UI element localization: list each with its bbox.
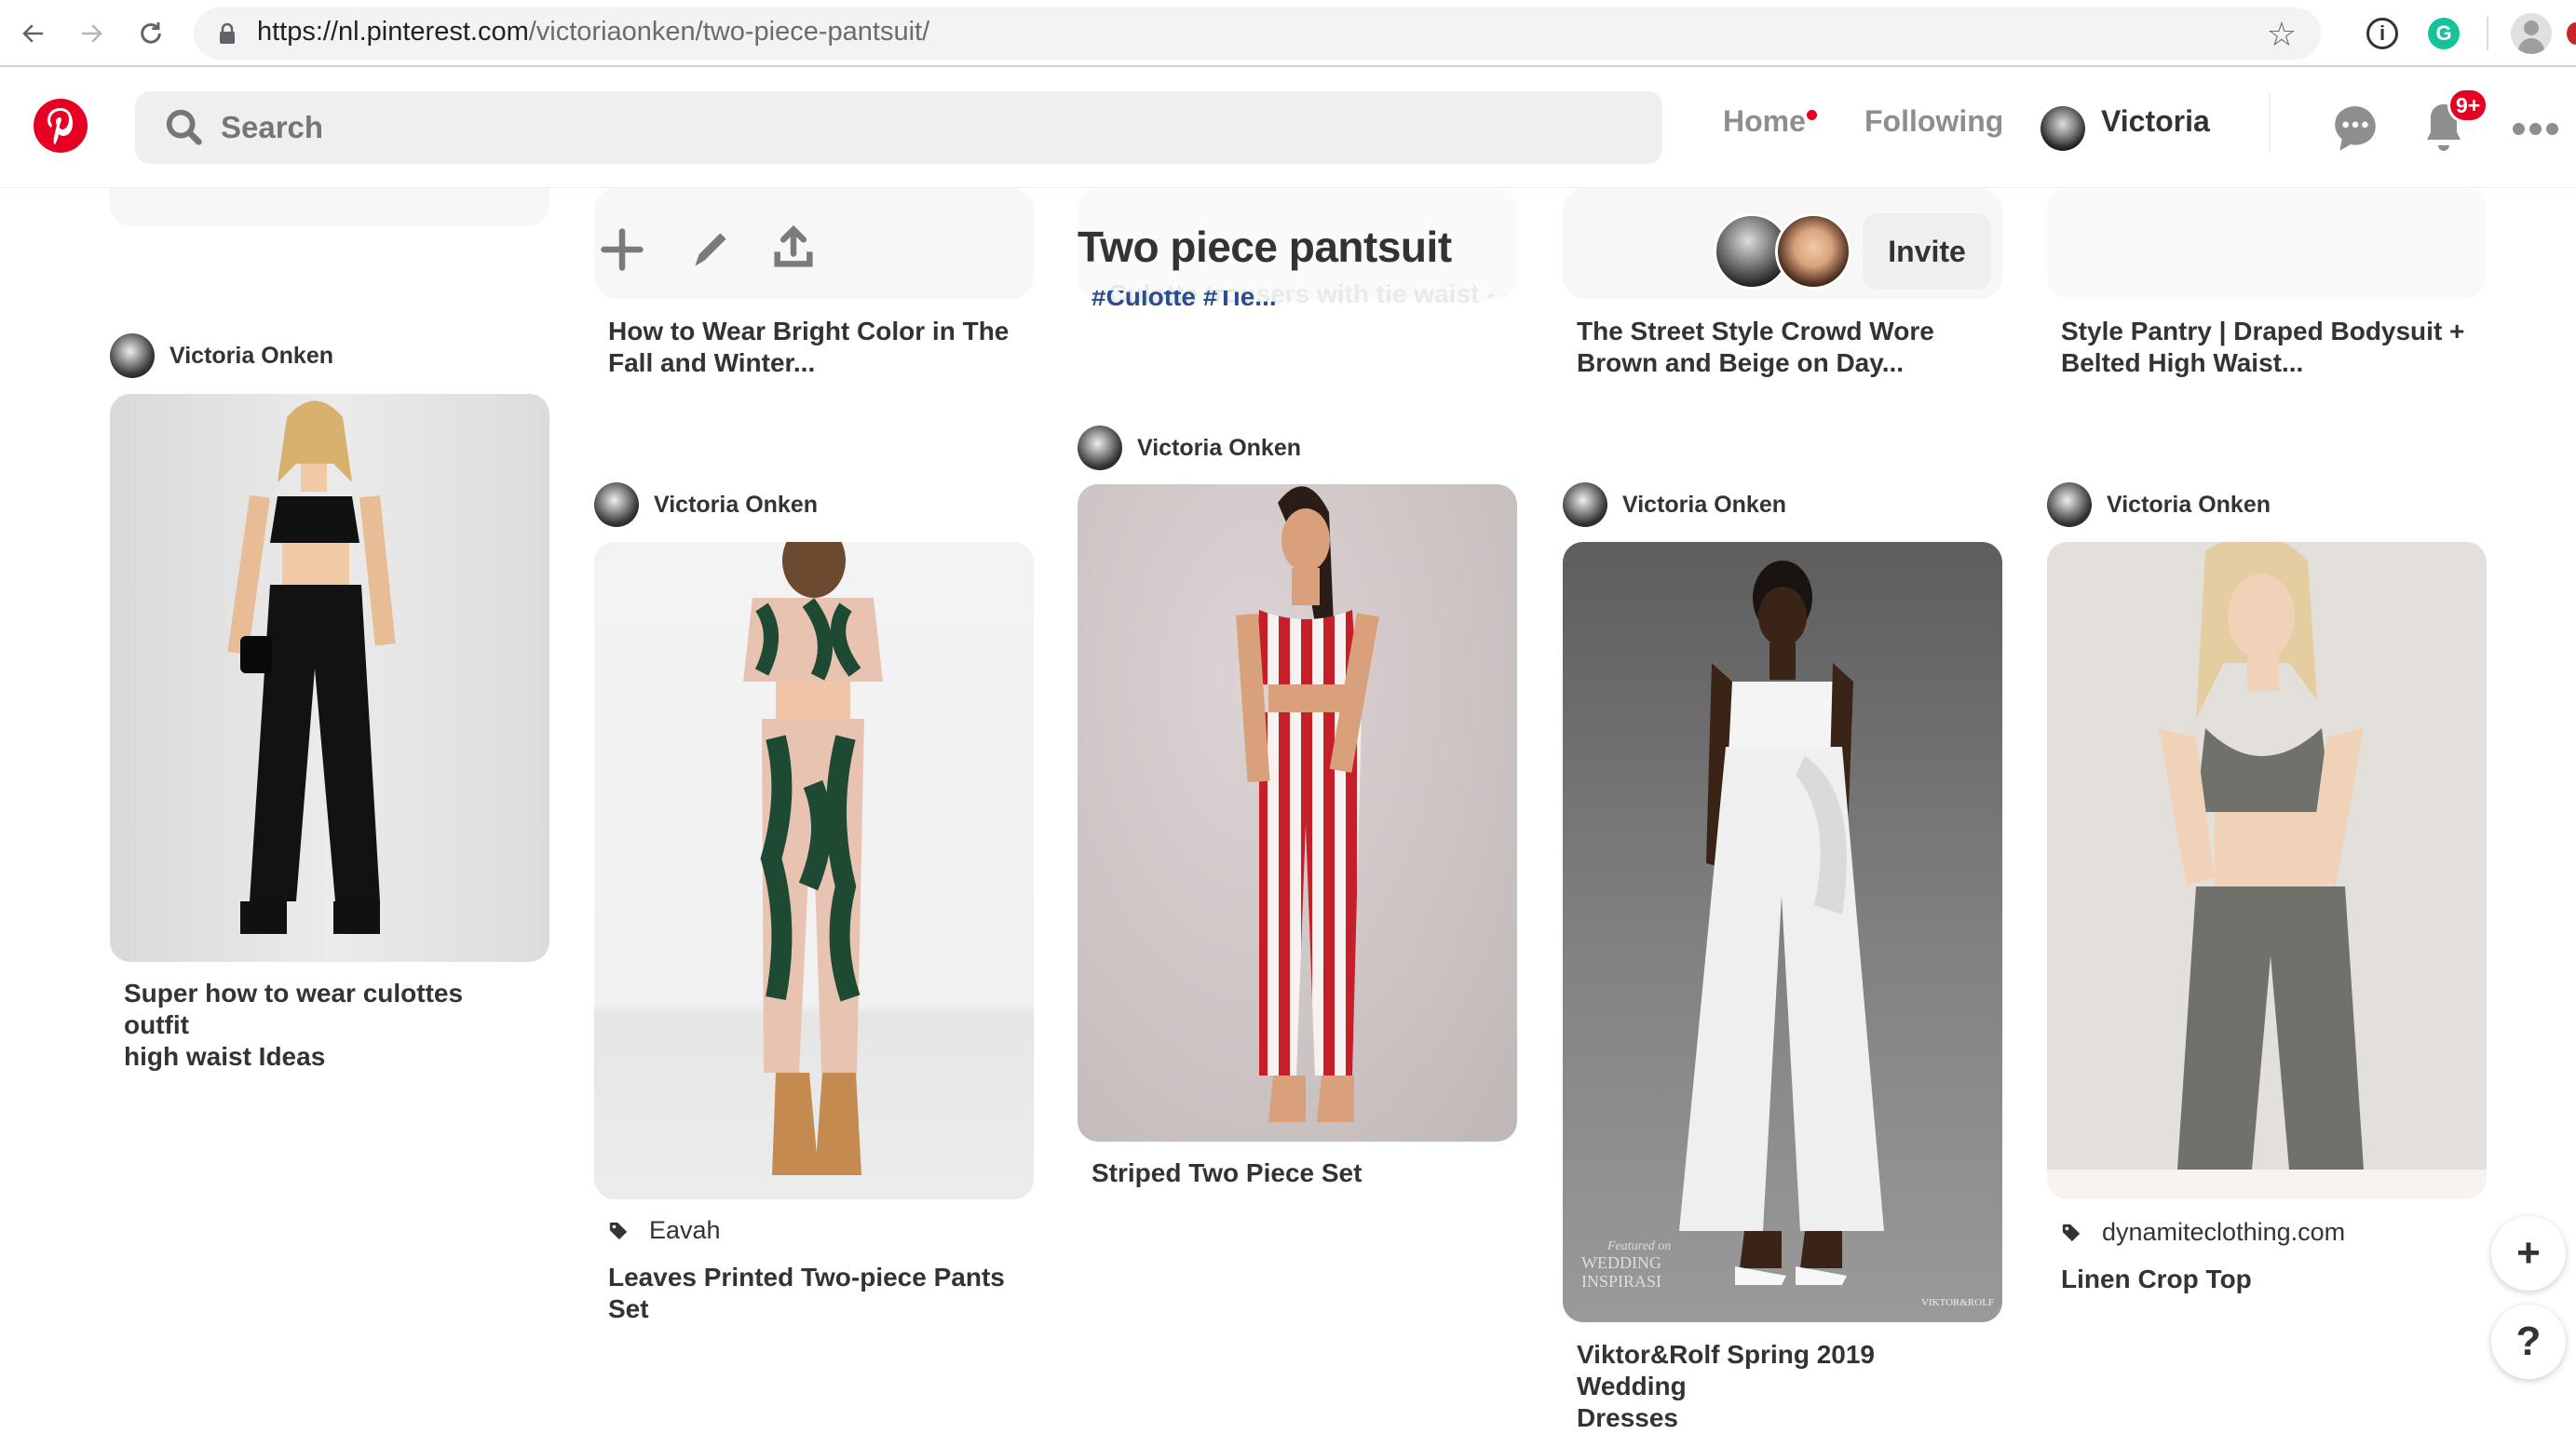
pin-actions-card xyxy=(594,188,1034,299)
pin-title[interactable]: Linen Crop Top xyxy=(2061,1264,2471,1295)
toolbar-divider xyxy=(2487,17,2488,50)
nav-home[interactable]: Home xyxy=(1723,104,1806,139)
pin-title[interactable]: How to Wear Bright Color in The Fall and… xyxy=(608,316,1018,379)
add-pin-icon[interactable] xyxy=(598,225,646,278)
price-tag-icon xyxy=(2062,1224,2081,1241)
pin-title[interactable]: Viktor&Rolf Spring 2019 Wedding Dresses xyxy=(1577,1339,1986,1434)
pinterest-logo-icon[interactable] xyxy=(34,99,88,153)
nav-following[interactable]: Following xyxy=(1864,104,2003,139)
pin-title-line: How to Wear Bright Color in The xyxy=(608,317,1010,345)
pin-title[interactable]: Super how to wear culottes outfit high w… xyxy=(124,978,534,1073)
lock-icon xyxy=(220,22,235,44)
search-icon xyxy=(166,109,202,145)
price-tag-icon xyxy=(609,1222,628,1239)
pin-source[interactable]: dynamiteclothing.com xyxy=(2061,1218,2345,1247)
pin-title-line: Leaves Printed Two-piece Pants xyxy=(608,1263,1005,1292)
pin-source[interactable]: Eavah xyxy=(608,1216,721,1245)
author-avatar xyxy=(594,482,639,527)
bookmark-star-icon[interactable]: ☆ xyxy=(2267,15,2297,54)
source-name: dynamiteclothing.com xyxy=(2102,1218,2346,1246)
pin-image-viktor-rolf[interactable]: Featured on WEDDING INSPIRASI VIKTOR&ROL… xyxy=(1563,542,2002,1322)
share-upload-icon[interactable] xyxy=(769,223,818,277)
search-input[interactable] xyxy=(221,91,1618,164)
collaborator-avatar[interactable] xyxy=(1775,213,1851,290)
model-silhouette xyxy=(227,400,396,934)
pin-image-linen-crop-top[interactable] xyxy=(2047,542,2487,1199)
pin-title[interactable]: Striped Two Piece Set xyxy=(1091,1157,1501,1189)
collaborators-card: Invite xyxy=(1563,188,2002,299)
address-bar[interactable]: https://nl.pinterest.com/victoriaonken/t… xyxy=(194,7,2321,60)
password-manager-icon[interactable]: i xyxy=(2366,18,2398,49)
pinterest-header: Home Following Victoria 9+ xyxy=(0,69,2576,188)
author-name: Victoria Onken xyxy=(654,491,818,518)
notifications-badge: 9+ xyxy=(2447,88,2489,123)
pin-title-line: Super how to wear culottes outfit xyxy=(124,979,464,1039)
pin-title[interactable]: The Street Style Crowd Wore Brown and Be… xyxy=(1577,316,1986,379)
edit-pencil-icon[interactable] xyxy=(687,225,734,277)
pin-author[interactable]: Victoria Onken xyxy=(1078,426,1301,470)
pin-title-line: Dresses xyxy=(1577,1403,1678,1432)
author-avatar xyxy=(1563,482,1607,527)
messages-icon[interactable] xyxy=(2332,102,2379,159)
help-fab-button[interactable]: ? xyxy=(2491,1305,2566,1379)
home-notification-dot xyxy=(1807,110,1817,120)
board-title: Two piece pantsuit xyxy=(1078,223,1452,271)
pin-title-line: Linen Crop Top xyxy=(2061,1265,2252,1293)
pin-title-line: Brown and Beige on Day... xyxy=(1577,348,1905,377)
pin-image-culottes-outfit[interactable] xyxy=(110,394,549,962)
watermark-text: Featured on xyxy=(1607,1239,1671,1253)
pin-author[interactable]: Victoria Onken xyxy=(2047,482,2271,527)
user-avatar[interactable] xyxy=(2040,106,2085,151)
reload-icon[interactable] xyxy=(130,13,171,54)
pin-title[interactable]: Leaves Printed Two-piece Pants Set xyxy=(608,1262,1018,1325)
search-bar[interactable] xyxy=(135,91,1662,164)
faded-pin-hashtags[interactable]: #Culotte #Tie... xyxy=(1091,291,1277,311)
model-silhouette xyxy=(1236,486,1379,1122)
browser-toolbar: https://nl.pinterest.com/victoriaonken/t… xyxy=(0,0,2576,67)
author-avatar xyxy=(110,333,155,378)
grammarly-icon[interactable]: G xyxy=(2428,18,2460,49)
nav-user-profile[interactable]: Victoria xyxy=(2101,104,2210,139)
extension-icon[interactable] xyxy=(2567,22,2576,45)
model-silhouette xyxy=(2047,542,2487,1170)
url-text[interactable]: https://nl.pinterest.com/victoriaonken/t… xyxy=(257,17,929,47)
pin-title-line: Style Pantry | Draped Bodysuit + xyxy=(2061,317,2465,345)
pin-image-leaves-printed-set[interactable] xyxy=(594,542,1034,1199)
watermark-text: VIKTOR&ROLF xyxy=(1921,1297,1994,1308)
pin-author[interactable]: Victoria Onken xyxy=(594,482,818,527)
pin-image-striped-two-piece[interactable] xyxy=(1078,484,1517,1142)
back-arrow-icon[interactable] xyxy=(13,13,54,54)
url-host: https://nl.pinterest.com xyxy=(257,17,529,47)
author-name: Victoria Onken xyxy=(1622,491,1786,518)
model-silhouette xyxy=(743,542,883,1175)
invite-button[interactable]: Invite xyxy=(1863,213,1991,290)
author-avatar xyxy=(1078,426,1122,470)
pin-title-line: The Street Style Crowd Wore xyxy=(1577,317,1934,345)
author-avatar xyxy=(2047,482,2092,527)
author-name: Victoria Onken xyxy=(1137,434,1301,461)
header-divider xyxy=(2269,93,2271,153)
profile-avatar-icon[interactable] xyxy=(2511,13,2552,54)
watermark-text: WEDDING xyxy=(1581,1253,1661,1272)
pin-title-line: Belted High Waist... xyxy=(2061,348,2304,377)
pin-title-line: Striped Two Piece Set xyxy=(1091,1158,1363,1187)
pin-author[interactable]: Victoria Onken xyxy=(1563,482,1786,527)
watermark-text: INSPIRASI xyxy=(1581,1272,1661,1291)
url-path: /victoriaonken/two-piece-pantsuit/ xyxy=(528,17,930,47)
pin-title-line: Viktor&Rolf Spring 2019 Wedding xyxy=(1577,1340,1876,1400)
author-name: Victoria Onken xyxy=(169,342,333,369)
forward-arrow-icon[interactable] xyxy=(71,13,112,54)
faded-pin-card[interactable] xyxy=(2047,188,2487,299)
pin-author[interactable]: Victoria Onken xyxy=(110,333,333,378)
pin-title[interactable]: Style Pantry | Draped Bodysuit + Belted … xyxy=(2061,316,2471,379)
add-fab-button[interactable]: + xyxy=(2491,1216,2566,1291)
author-name: Victoria Onken xyxy=(2107,491,2271,518)
model-silhouette: Featured on WEDDING INSPIRASI VIKTOR&ROL… xyxy=(1581,561,1994,1308)
source-name: Eavah xyxy=(649,1216,721,1244)
pin-title-line: Set xyxy=(608,1294,649,1323)
pin-title-line: Fall and Winter... xyxy=(608,348,816,377)
pin-title-line: high waist Ideas xyxy=(124,1042,326,1071)
more-options-icon[interactable] xyxy=(2513,123,2558,135)
